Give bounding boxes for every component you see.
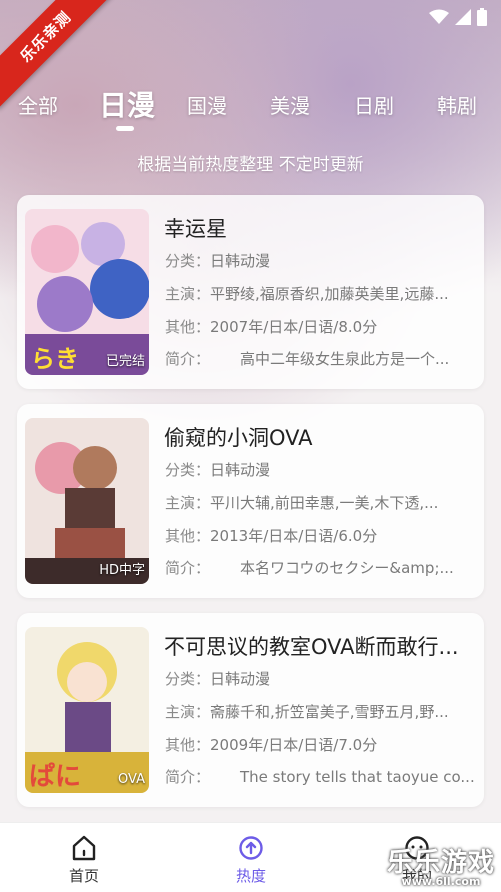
poster-badge: HD中字: [99, 563, 145, 578]
tab-korean-drama[interactable]: 韩剧: [437, 90, 477, 119]
tab-japanese-anime[interactable]: 日漫: [99, 84, 155, 124]
nav-hot[interactable]: 热度: [211, 833, 291, 886]
page-subtitle: 根据当前热度整理 不定时更新: [137, 155, 364, 175]
show-poster[interactable]: ぱに OVA: [25, 627, 149, 793]
cast-row: 主演：斋藤千和,折笠富美子,雪野五月,野...: [165, 703, 449, 721]
show-card[interactable]: HD中字 偷窥的小洞OVA 分类：日韩动漫 主演：平川大辅,前田幸惠,一美,木下…: [17, 404, 484, 598]
site-watermark: 乐乐游戏 www.6ll.com: [386, 848, 495, 888]
intro-row: 简介： 本名ワコウのセクシー&amp;...: [165, 559, 454, 577]
svg-text:らき: らき: [31, 345, 79, 373]
other-row: 其他：2013年/日本/日语/6.0分: [165, 527, 378, 545]
battery-icon: [477, 8, 487, 26]
tab-chinese-anime[interactable]: 国漫: [187, 90, 227, 119]
show-title[interactable]: 偷窥的小洞OVA: [164, 422, 474, 452]
other-row: 其他：2007年/日本/日语/8.0分: [165, 318, 378, 336]
show-poster[interactable]: らき 已完结: [25, 209, 149, 375]
home-icon: [72, 835, 96, 861]
category-row: 分类：日韩动漫: [165, 670, 271, 688]
poster-badge: 已完结: [105, 354, 145, 369]
signal-icon: [455, 9, 471, 25]
poster-badge: OVA: [118, 772, 145, 787]
show-card[interactable]: らき 已完结 幸运星 分类：日韩动漫 主演：平野绫,福原香织,加藤英美里,远藤.…: [17, 195, 484, 389]
wifi-icon: [429, 9, 449, 24]
cast-row: 主演：平野绫,福原香织,加藤英美里,远藤...: [165, 285, 449, 303]
active-tab-indicator: [116, 126, 134, 131]
cast-row: 主演：平川大辅,前田幸惠,一美,木下透,...: [165, 494, 439, 512]
intro-row: 简介： 高中二年级女生泉此方是一个...: [165, 350, 450, 368]
nav-home-label: 首页: [68, 867, 99, 885]
svg-text:ぱに: ぱに: [29, 762, 81, 792]
show-title[interactable]: 幸运星: [164, 213, 474, 243]
nav-home[interactable]: 首页: [44, 833, 124, 886]
tab-american-anime[interactable]: 美漫: [270, 90, 310, 119]
nav-hot-label: 热度: [235, 867, 266, 885]
show-poster[interactable]: HD中字: [25, 418, 149, 584]
category-row: 分类：日韩动漫: [165, 461, 271, 479]
show-title[interactable]: 不可思议的教室OVA断而敢行...: [164, 631, 474, 661]
show-card[interactable]: ぱに OVA 不可思议的教室OVA断而敢行... 分类：日韩动漫 主演：斋藤千和…: [17, 613, 484, 807]
category-tabs: 全部 日漫 国漫 美漫 日剧 韩剧: [0, 84, 501, 134]
tab-japanese-drama[interactable]: 日剧: [354, 90, 394, 119]
tab-all[interactable]: 全部: [18, 90, 58, 119]
hot-up-arrow-icon: [239, 836, 263, 860]
intro-row: 简介： The story tells that taoyue co...: [165, 768, 475, 786]
other-row: 其他：2009年/日本/日语/7.0分: [165, 736, 378, 754]
category-row: 分类：日韩动漫: [165, 252, 271, 270]
